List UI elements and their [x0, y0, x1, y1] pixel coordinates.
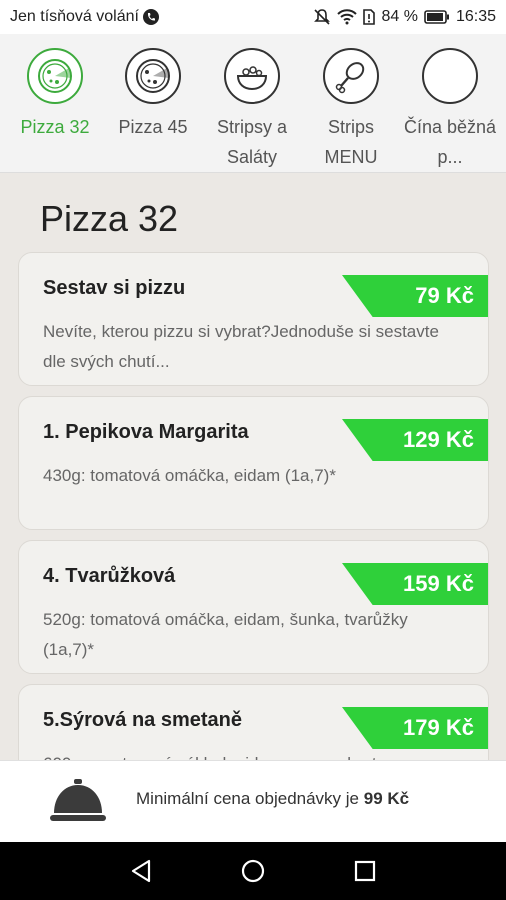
category-pizza-45[interactable]: Pizza 45 — [105, 48, 201, 142]
navigation-bar — [0, 842, 506, 900]
product-card[interactable]: 4. Tvarůžková 159 Kč 520g: tomatová omáč… — [18, 540, 489, 674]
product-name: 5.Sýrová na smetaně — [43, 709, 242, 731]
section-title: Pizza 32 — [40, 198, 179, 239]
minimum-order-label: Minimální cena objednávky je — [136, 789, 360, 808]
blank-circle-icon — [422, 48, 478, 104]
price-text: 179 Kč — [403, 715, 474, 740]
recents-icon[interactable] — [350, 856, 380, 886]
price-tag: 79 Kč — [342, 275, 488, 317]
wifi-icon — [337, 9, 358, 25]
category-pizza-32[interactable]: Pizza 32 — [7, 48, 103, 142]
category-label: Pizza 45 — [118, 117, 188, 137]
category-label: Stripsy a Saláty — [216, 117, 288, 167]
mute-icon — [313, 8, 331, 26]
price-tag: 129 Kč — [342, 419, 488, 461]
price-tag: 159 Kč — [342, 563, 488, 605]
category-label: Čína běžná p... — [403, 117, 497, 167]
price-text: 79 Kč — [415, 283, 474, 308]
product-name: Sestav si pizzu — [43, 277, 186, 299]
product-description: 520g: tomatová omáčka, eidam, šunka, tva… — [43, 610, 408, 659]
category-label: Strips MENU — [324, 117, 378, 167]
status-bar: Jen tísňová volání 84 % 16:35 — [0, 0, 506, 34]
clock-time: 16:35 — [455, 8, 496, 25]
minimum-order-text: Minimální cena objednávky je 99 Kč — [136, 789, 409, 809]
pizza-icon — [27, 48, 83, 104]
chicken-leg-icon — [323, 48, 379, 104]
price-tag: 179 Kč — [342, 707, 488, 749]
category-strips-menu[interactable]: Strips MENU — [303, 48, 399, 172]
category-stripsy-salaty[interactable]: Stripsy a Saláty — [204, 48, 300, 172]
price-text: 159 Kč — [403, 571, 474, 596]
product-description: Nevíte, kterou pizzu si vybrat?Jednoduše… — [43, 322, 439, 371]
product-card[interactable]: Sestav si pizzu 79 Kč Nevíte, kterou piz… — [18, 252, 489, 386]
price-text: 129 Kč — [403, 427, 474, 452]
home-icon[interactable] — [238, 856, 268, 886]
product-name: 1. Pepikova Margarita — [43, 421, 249, 443]
category-cina[interactable]: Čína běžná p... — [402, 48, 498, 172]
product-card[interactable]: 1. Pepikova Margarita 129 Kč 430g: tomat… — [18, 396, 489, 530]
product-description: 430g: tomatová omáčka, eidam (1a,7)* — [43, 466, 336, 485]
call-icon — [142, 9, 159, 25]
salad-bowl-icon — [224, 48, 280, 104]
category-label: Pizza 32 — [20, 117, 90, 137]
sim-icon — [363, 9, 376, 25]
carrier-text: Jen tísňová volání — [10, 8, 139, 25]
service-bell-icon — [48, 775, 108, 834]
product-name: 4. Tvarůžková — [43, 565, 176, 587]
battery-icon — [424, 10, 450, 24]
pizza-icon — [125, 48, 181, 104]
minimum-order-amount: 99 Kč — [363, 789, 410, 808]
battery-percent: 84 % — [381, 8, 418, 25]
category-bar: Pizza 32 Pizza 45 Stripsy a Saláty Strip… — [0, 34, 506, 173]
back-icon[interactable] — [127, 856, 157, 886]
minimum-order-bar: Minimální cena objednávky je 99 Kč — [0, 760, 506, 843]
